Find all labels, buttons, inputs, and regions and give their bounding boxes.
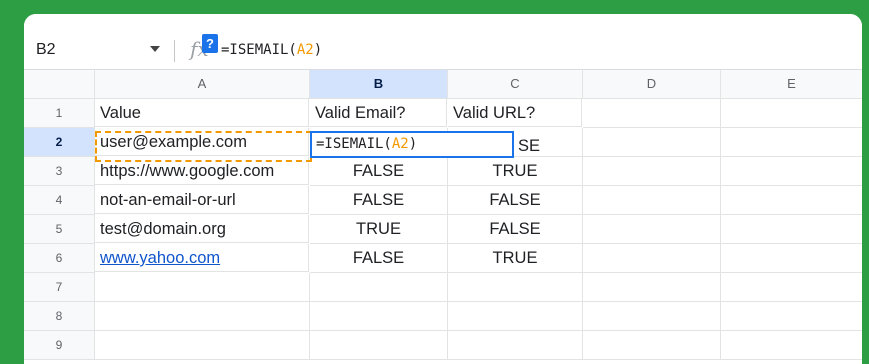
cell-b8[interactable] [310,302,448,331]
row-header[interactable]: 4 [24,186,95,215]
cell-a1[interactable]: Value [95,99,309,127]
row-header[interactable]: 8 [24,302,95,331]
sheet-row: 3 https://www.google.com FALSE TRUE [24,157,862,186]
cell-e7[interactable] [721,273,862,302]
sheet-grid: A B C D E 1 Value Valid Email? Valid URL… [24,70,862,360]
cell-a2[interactable]: user@example.com [95,128,309,156]
chevron-down-icon[interactable] [150,46,160,52]
cell-e6[interactable] [721,244,862,273]
column-header-b[interactable]: B [310,70,448,99]
column-header-a[interactable]: A [95,70,310,99]
cell-c2-visible-text: SE [518,137,541,155]
row-header[interactable]: 7 [24,273,95,302]
cell-d5[interactable] [583,215,721,244]
row-header[interactable]: 5 [24,215,95,244]
sheet-row: 8 [24,302,862,331]
row-header[interactable]: 1 [24,99,95,128]
spreadsheet-window: B2 fx ? =ISEMAIL(A2) A B C D E 1 Value V… [24,14,862,364]
column-header-row: A B C D E [24,70,862,99]
cell-d8[interactable] [583,302,721,331]
cell-e9[interactable] [721,331,862,360]
name-box[interactable]: B2 [36,41,56,59]
cell-a3[interactable]: https://www.google.com [95,157,309,185]
cell-a7[interactable] [95,273,310,302]
cell-a4[interactable]: not-an-email-or-url [95,186,309,214]
sheet-row: 7 [24,273,862,302]
cell-d2[interactable] [583,128,721,157]
cell-editor[interactable]: =ISEMAIL(A2) [310,131,514,158]
editor-prefix: =ISEMAIL( [316,136,392,152]
column-header-c[interactable]: C [448,70,583,99]
sheet-row: 5 test@domain.org TRUE FALSE [24,215,862,244]
cell-c3[interactable]: TRUE [448,157,583,186]
cell-b6[interactable]: FALSE [310,244,448,273]
cell-b7[interactable] [310,273,448,302]
cell-e3[interactable] [721,157,862,186]
sheet-row: 6 www.yahoo.com FALSE TRUE [24,244,862,273]
formula-suffix: ) [313,42,323,58]
cell-c4[interactable]: FALSE [448,186,583,215]
sheet-row: 4 not-an-email-or-url FALSE FALSE [24,186,862,215]
cell-a9[interactable] [95,331,310,360]
column-header-d[interactable]: D [583,70,721,99]
cell-c1[interactable]: Valid URL? [448,99,582,127]
row-header[interactable]: 9 [24,331,95,360]
formula-prefix: =ISEMAIL( [221,42,297,58]
column-header-e[interactable]: E [721,70,862,99]
cell-c7[interactable] [448,273,583,302]
cell-b1[interactable]: Valid Email? [310,99,447,127]
cell-e5[interactable] [721,215,862,244]
row-header[interactable]: 2 [24,128,95,157]
cell-c8[interactable] [448,302,583,331]
cell-a8[interactable] [95,302,310,331]
select-all-corner[interactable] [24,70,95,99]
cell-d7[interactable] [583,273,721,302]
cell-c6[interactable]: TRUE [448,244,583,273]
cell-b3[interactable]: FALSE [310,157,448,186]
formula-input[interactable]: =ISEMAIL(A2) [221,42,322,58]
cell-e2[interactable] [721,128,862,157]
cell-b9[interactable] [310,331,448,360]
cell-d1[interactable] [583,99,721,128]
cell-a5[interactable]: test@domain.org [95,215,309,243]
formula-bar: B2 fx ? =ISEMAIL(A2) [24,14,862,70]
cell-c5[interactable]: FALSE [448,215,583,244]
link-yahoo[interactable]: www.yahoo.com [100,249,220,267]
cell-e1[interactable] [721,99,862,128]
editor-suffix: ) [408,136,418,152]
cell-c9[interactable] [448,331,583,360]
cell-d4[interactable] [583,186,721,215]
cell-b5[interactable]: TRUE [310,215,448,244]
row-header[interactable]: 3 [24,157,95,186]
row-header[interactable]: 6 [24,244,95,273]
cell-d6[interactable] [583,244,721,273]
sheet-row: 1 Value Valid Email? Valid URL? [24,99,862,128]
cell-e8[interactable] [721,302,862,331]
cell-b4[interactable]: FALSE [310,186,448,215]
help-icon[interactable]: ? [202,34,218,53]
formula-reference: A2 [296,42,314,58]
editor-reference: A2 [391,136,409,152]
divider [174,40,175,62]
cell-a6[interactable]: www.yahoo.com [95,244,309,272]
cell-d3[interactable] [583,157,721,186]
cell-d9[interactable] [583,331,721,360]
cell-e4[interactable] [721,186,862,215]
sheet-row: 9 [24,331,862,360]
